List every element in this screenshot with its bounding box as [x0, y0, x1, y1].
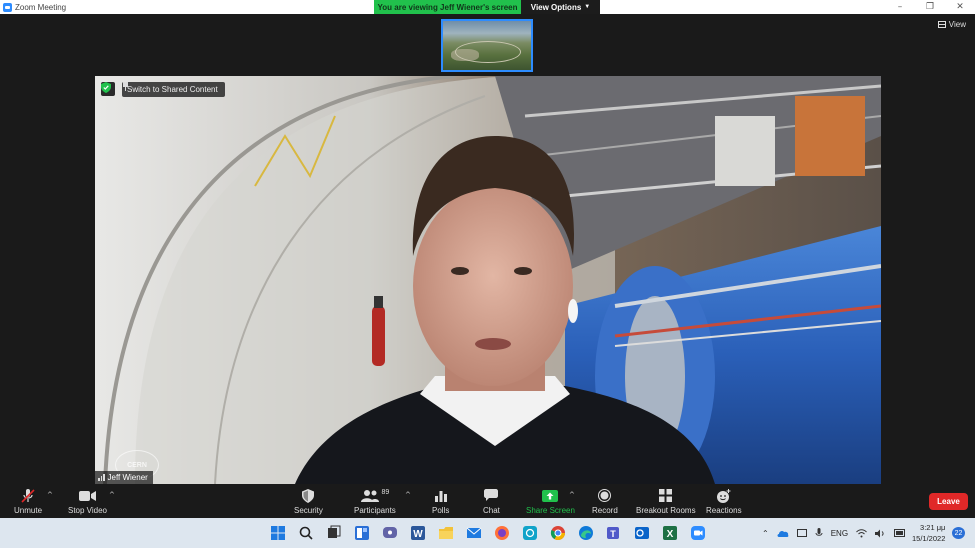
- leave-meeting-button[interactable]: Leave: [929, 493, 968, 510]
- wifi-icon[interactable]: [856, 528, 867, 538]
- restore-button[interactable]: ❐: [915, 0, 945, 14]
- view-layout-label: View: [948, 20, 966, 29]
- clock-time: 3:21 μμ: [920, 523, 946, 532]
- record-button[interactable]: Record: [592, 487, 618, 515]
- share-screen-icon: [542, 489, 559, 502]
- breakout-rooms-label: Breakout Rooms: [636, 506, 696, 515]
- security-label: Security: [294, 506, 323, 515]
- reactions-button[interactable]: Reactions: [706, 487, 742, 515]
- video-options-caret[interactable]: ^: [109, 491, 115, 499]
- video-camera-icon: [79, 490, 96, 501]
- zoom-app-icon: [3, 2, 12, 12]
- widgets-icon[interactable]: [354, 525, 370, 541]
- smiley-plus-icon: [716, 488, 731, 503]
- view-options-label: View Options: [530, 2, 582, 12]
- battery-icon[interactable]: [894, 529, 906, 537]
- svg-text:X: X: [667, 529, 674, 540]
- outlook-icon[interactable]: [634, 525, 650, 541]
- teams-chat-icon[interactable]: [382, 525, 398, 541]
- muted-microphone-icon: [21, 488, 35, 503]
- security-button[interactable]: Security: [294, 487, 323, 515]
- search-icon[interactable]: [298, 525, 314, 541]
- chevron-up-icon[interactable]: ⌃: [762, 529, 769, 538]
- breakout-rooms-icon: [659, 489, 673, 502]
- viewing-screen-label: You are viewing Jeff Wiener's screen: [374, 0, 521, 14]
- teams-icon[interactable]: T: [606, 525, 622, 541]
- windows-taskbar: W T X ⌃ ENG 3:21 μμ 15/1/2022 22: [0, 518, 975, 548]
- clock-date: 15/1/2022: [912, 534, 946, 543]
- breakout-rooms-button[interactable]: Breakout Rooms: [636, 487, 696, 515]
- excel-icon[interactable]: X: [662, 525, 678, 541]
- minimize-button[interactable]: –: [885, 0, 915, 14]
- speaker-video[interactable]: Switch to Shared Content CERN Jeff Wiene…: [95, 76, 881, 484]
- bar-chart-icon: [434, 490, 447, 502]
- share-screen-button[interactable]: Share Screen: [526, 487, 575, 515]
- unmute-button[interactable]: Unmute: [14, 487, 42, 515]
- onedrive-icon[interactable]: [777, 529, 789, 537]
- audio-options-caret[interactable]: ^: [47, 491, 53, 499]
- thumbnail-ring: [455, 41, 521, 63]
- speaker-icon[interactable]: [875, 529, 886, 538]
- word-icon[interactable]: W: [410, 525, 426, 541]
- view-options-button[interactable]: View Options ▼: [521, 0, 600, 14]
- snipping-tool-icon[interactable]: [522, 525, 538, 541]
- system-clock[interactable]: 3:21 μμ 15/1/2022: [912, 522, 945, 544]
- participants-count: 89: [381, 489, 390, 496]
- chrome-icon[interactable]: [550, 525, 566, 541]
- edge-icon[interactable]: [578, 525, 594, 541]
- chevron-down-icon: ▼: [584, 4, 591, 10]
- participants-label: Participants: [354, 506, 396, 515]
- participant-name-tag: Jeff Wiener: [95, 471, 153, 484]
- zoom-taskbar-icon[interactable]: [690, 525, 706, 541]
- notification-badge[interactable]: 22: [952, 527, 965, 539]
- firefox-icon[interactable]: [494, 525, 510, 541]
- screen-share-banner: You are viewing Jeff Wiener's screen Vie…: [374, 0, 600, 14]
- switch-to-shared-content-label: Switch to Shared Content: [127, 85, 218, 94]
- polls-button[interactable]: Polls: [432, 487, 449, 515]
- share-screen-label: Share Screen: [526, 506, 575, 515]
- shield-icon: [302, 488, 315, 503]
- chat-button[interactable]: Chat: [483, 487, 500, 515]
- language-indicator[interactable]: ENG: [831, 529, 848, 538]
- reactions-label: Reactions: [706, 506, 742, 515]
- file-explorer-icon[interactable]: [438, 525, 454, 541]
- system-tray: ⌃ ENG: [762, 518, 906, 548]
- speaker-video-scene: [95, 76, 881, 484]
- signal-strength-icon: [98, 474, 105, 481]
- participants-button[interactable]: 89 Participants: [354, 487, 396, 515]
- unmute-label: Unmute: [14, 506, 43, 515]
- keyboard-icon[interactable]: [796, 529, 807, 537]
- meeting-toolbar: Unmute ^ Stop Video ^ Security 89 Partic…: [0, 484, 975, 518]
- polls-label: Polls: [432, 506, 450, 515]
- share-options-caret[interactable]: ^: [569, 491, 575, 499]
- shield-check-icon: [101, 82, 111, 93]
- switch-to-shared-content-button[interactable]: Switch to Shared Content: [122, 82, 225, 97]
- stop-video-button[interactable]: Stop Video: [68, 487, 107, 515]
- pin-icon: [123, 82, 128, 91]
- chat-label: Chat: [483, 506, 500, 515]
- svg-text:T: T: [610, 529, 616, 539]
- stop-video-label: Stop Video: [68, 506, 107, 515]
- windows-start-icon[interactable]: [270, 525, 286, 541]
- record-label: Record: [592, 506, 618, 515]
- mail-icon[interactable]: [466, 525, 482, 541]
- participants-options-caret[interactable]: ^: [405, 491, 411, 499]
- window-controls: – ❐ ✕: [885, 0, 975, 14]
- task-view-icon[interactable]: [326, 525, 342, 541]
- encryption-shield-icon[interactable]: [101, 82, 115, 96]
- close-button[interactable]: ✕: [945, 0, 975, 14]
- gallery-view-icon: [937, 21, 946, 28]
- svg-text:W: W: [413, 529, 423, 540]
- chat-bubble-icon: [484, 489, 499, 501]
- participants-icon: [360, 489, 379, 502]
- shared-screen-thumbnail[interactable]: [441, 19, 533, 72]
- record-icon: [598, 489, 612, 502]
- window-title: Zoom Meeting: [15, 2, 67, 12]
- view-layout-button[interactable]: View: [937, 20, 966, 29]
- microphone-icon[interactable]: [815, 527, 823, 539]
- participant-name: Jeff Wiener: [107, 473, 148, 482]
